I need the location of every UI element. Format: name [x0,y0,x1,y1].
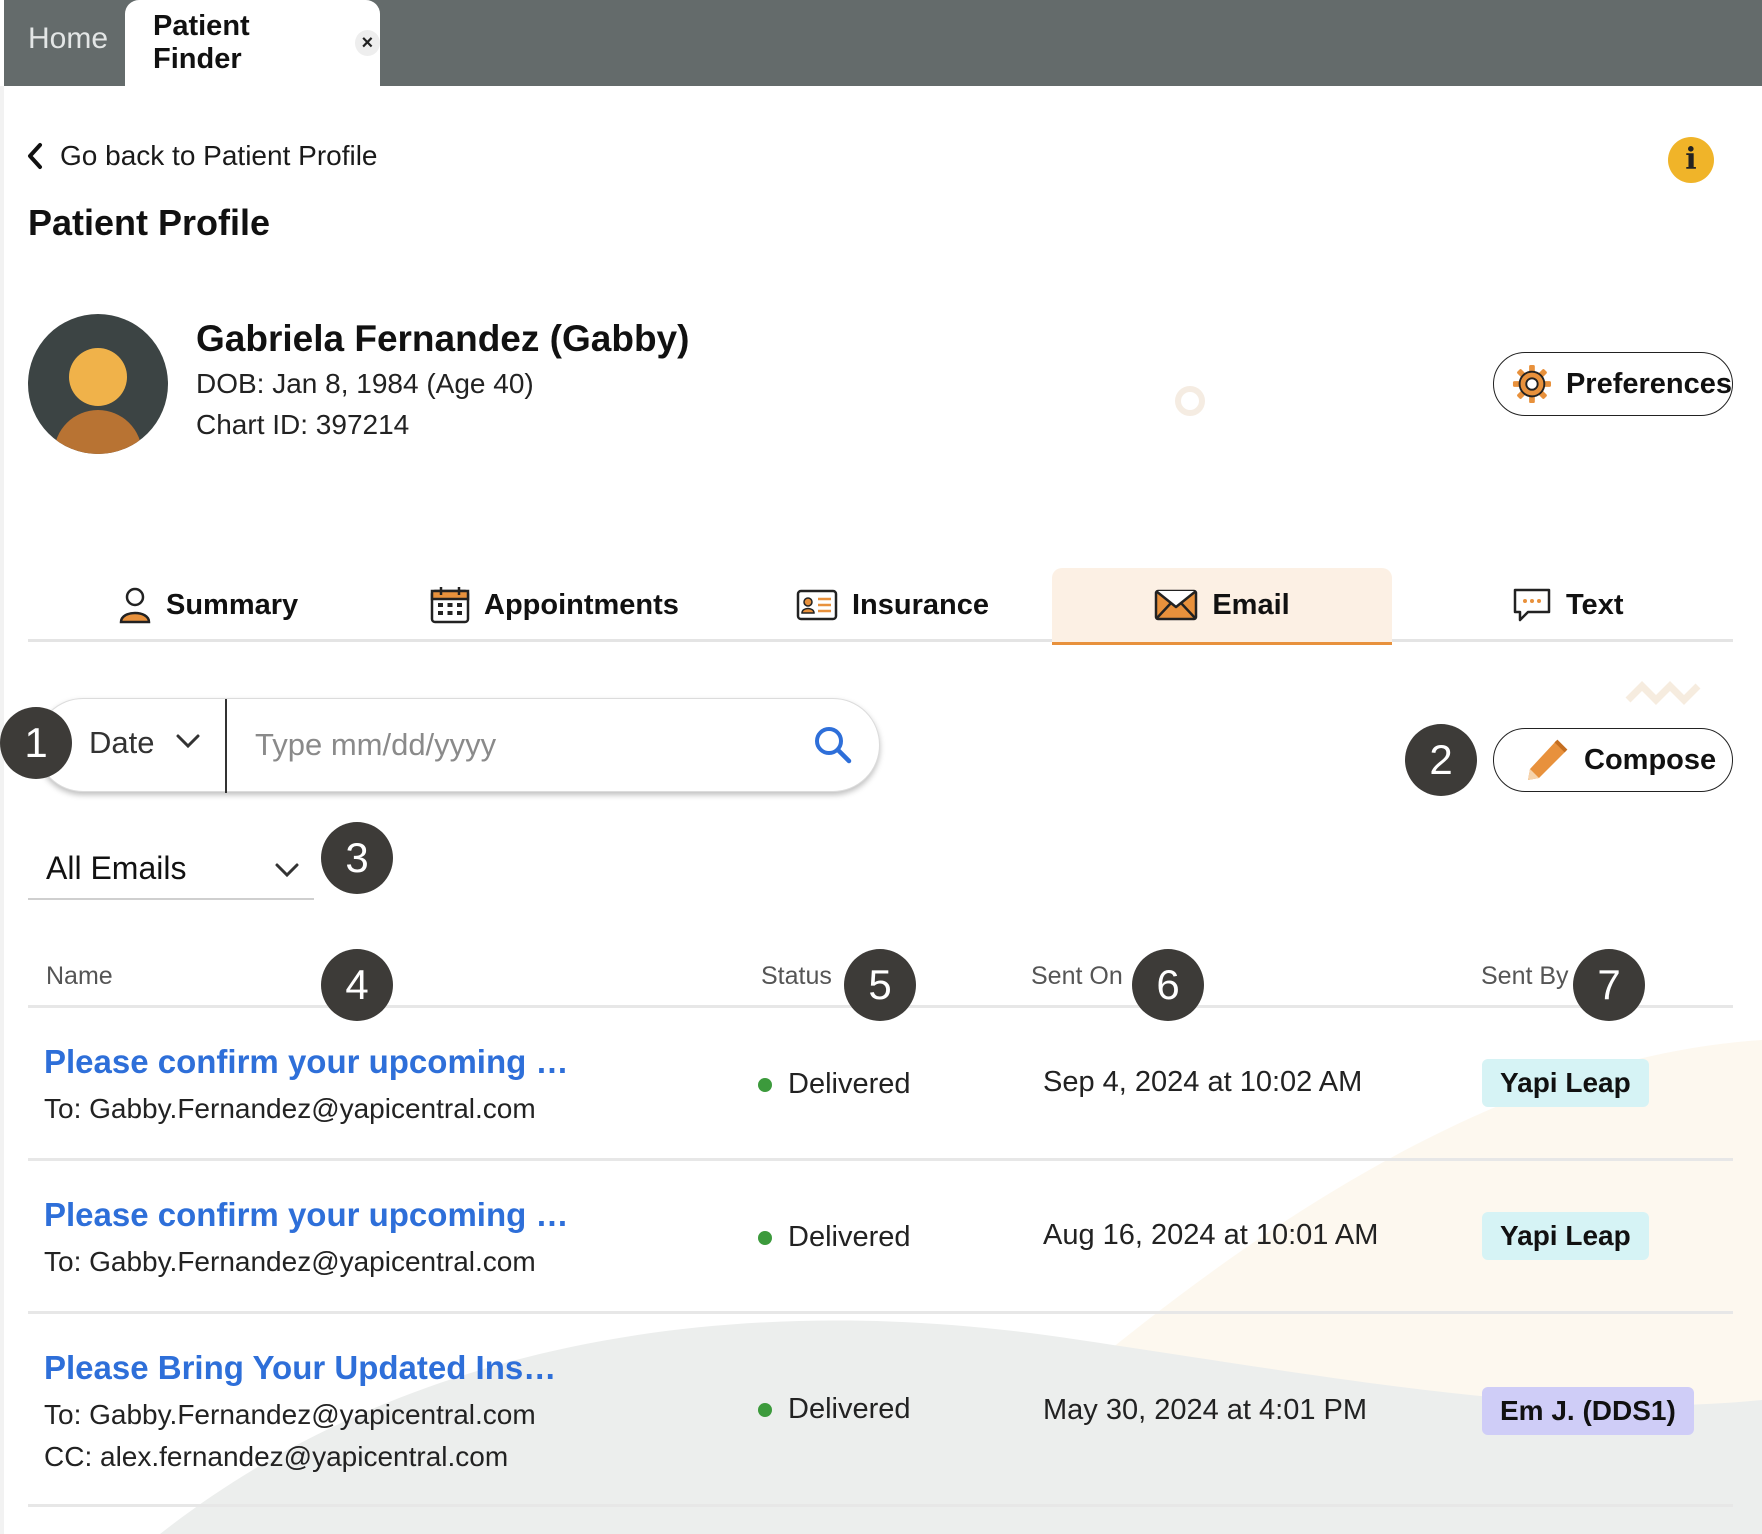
column-header-status[interactable]: Status [761,962,832,991]
email-search-bar: Date [36,698,880,793]
annotation-badge-7: 7 [1573,949,1645,1021]
compose-button[interactable]: Compose [1493,728,1733,792]
profile-nav-tabs: Summary Appointments Insurance Email Tex… [28,568,1733,645]
row-divider [28,1311,1733,1314]
tab-appointments[interactable]: Appointments [430,568,679,642]
tab-email-label: Email [1212,588,1290,621]
row-divider [28,1158,1733,1161]
email-subject-link[interactable]: Please confirm your upcoming … [44,1196,568,1234]
tab-insurance-label: Insurance [852,588,989,621]
row-divider [28,1504,1733,1507]
column-header-sent-on[interactable]: Sent On [1031,962,1123,991]
column-header-name[interactable]: Name [46,962,113,991]
search-icon[interactable] [813,725,853,765]
search-filter-select[interactable]: Date [89,725,154,761]
email-filter-label: All Emails [46,850,187,886]
email-cc: CC: alex.fernandez@yapicentral.com [44,1441,509,1472]
status-badge: Delivered [758,1221,911,1254]
email-recipient: To: Gabby.Fernandez@yapicentral.com [44,1093,536,1124]
back-link-label: Go back to Patient Profile [60,140,378,171]
sent-on-date: May 30, 2024 at 4:01 PM [1043,1394,1368,1426]
search-divider [225,699,227,793]
page-title: Patient Profile [28,202,271,243]
email-subject-link[interactable]: Please confirm your upcoming … [44,1043,568,1081]
patient-name: Gabriela Fernandez (Gabby) [196,318,690,359]
decorative-ring [1175,386,1205,416]
email-subject-link[interactable]: Please Bring Your Updated Ins… [44,1349,556,1387]
left-edge-strip [0,86,4,1534]
chevron-down-icon[interactable] [175,733,201,749]
date-search-input[interactable] [255,719,775,771]
patient-dob: DOB: Jan 8, 1984 (Age 40) [196,368,534,399]
avatar [28,314,168,454]
gear-icon [1512,364,1551,404]
chat-icon [1513,588,1551,622]
tab-summary-label: Summary [166,588,299,621]
annotation-badge-1: 1 [0,707,72,779]
status-text: Delivered [788,1221,911,1253]
status-text: Delivered [788,1068,911,1100]
annotation-badge-3: 3 [321,822,393,894]
compose-label: Compose [1584,743,1717,776]
tab-insurance[interactable]: Insurance [796,568,989,642]
pencil-icon [1528,739,1568,780]
email-recipient: To: Gabby.Fernandez@yapicentral.com [44,1399,536,1430]
envelope-icon [1155,589,1198,621]
sent-by-chip: Yapi Leap [1482,1059,1649,1107]
preferences-button[interactable]: Preferences [1493,352,1733,416]
tab-text[interactable]: Text [1512,568,1623,642]
status-text: Delivered [788,1393,911,1425]
sent-on-date: Sep 4, 2024 at 10:02 AM [1043,1066,1363,1098]
tab-email[interactable]: Email [1052,568,1392,645]
preferences-label: Preferences [1565,367,1732,400]
back-to-profile-link[interactable]: Go back to Patient Profile [26,140,378,172]
status-dot-icon [758,1230,772,1245]
status-dot-icon [758,1077,772,1092]
email-type-filter[interactable]: All Emails [28,838,314,900]
annotation-badge-5: 5 [844,949,916,1021]
info-icon[interactable]: i [1668,137,1714,183]
annotation-badge-4: 4 [321,949,393,1021]
email-recipient: To: Gabby.Fernandez@yapicentral.com [44,1246,536,1277]
tab-patient-finder[interactable]: Patient Finder × [125,0,380,86]
status-badge: Delivered [758,1068,911,1101]
tab-close-icon[interactable]: × [354,30,380,56]
tab-patient-finder-label: Patient Finder [153,10,250,75]
sent-by-chip: Yapi Leap [1482,1212,1649,1260]
person-icon [119,587,151,624]
chevron-down-icon [275,863,299,878]
chevron-left-icon [28,143,42,169]
sent-on-date: Aug 16, 2024 at 10:01 AM [1043,1219,1379,1251]
window-tab-bar: Home Patient Finder × [4,0,1762,86]
tab-summary[interactable]: Summary [118,568,298,642]
annotation-badge-6: 6 [1132,949,1204,1021]
column-header-sent-by[interactable]: Sent By [1481,962,1569,991]
status-dot-icon [758,1402,772,1417]
annotation-badge-2: 2 [1405,724,1477,796]
tab-home[interactable]: Home [28,22,108,56]
calendar-icon [430,587,470,624]
sent-by-chip: Em J. (DDS1) [1482,1387,1694,1435]
status-badge: Delivered [758,1393,911,1426]
tab-text-label: Text [1566,588,1624,621]
id-card-icon [796,589,838,621]
tab-appointments-label: Appointments [484,588,679,621]
patient-chart-id: Chart ID: 397214 [196,409,410,440]
